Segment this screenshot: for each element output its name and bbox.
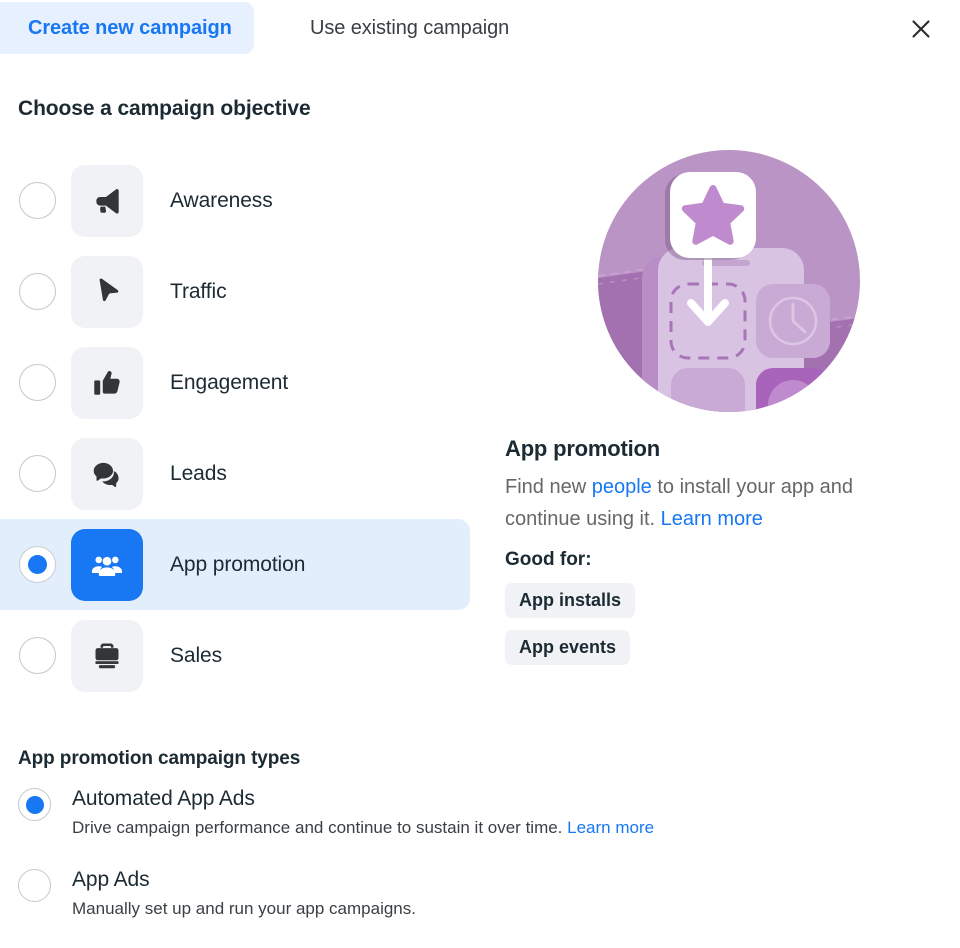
objective-label-leads: Leads [170, 461, 227, 485]
campaign-type-desc-text-automated-app-ads: Drive campaign performance and continue … [72, 818, 568, 837]
objective-label-awareness: Awareness [170, 188, 273, 212]
cursor-arrow-icon [90, 275, 124, 309]
objective-list: Awareness Traffic Engagement Leads App p… [0, 155, 480, 701]
campaign-type-desc-app-ads: Manually set up and run your app campaig… [72, 899, 416, 918]
objective-label-traffic: Traffic [170, 279, 227, 303]
radio-traffic[interactable] [19, 273, 56, 310]
radio-engagement[interactable] [19, 364, 56, 401]
good-for-chips-2: App events [505, 618, 935, 665]
campaign-type-row-automated-app-ads[interactable]: Automated App Ads Drive campaign perform… [18, 786, 898, 839]
objective-label-app-promotion: App promotion [170, 552, 306, 576]
campaign-type-desc-automated-app-ads: Drive campaign performance and continue … [72, 817, 654, 839]
campaign-type-body-app-ads: App Ads Manually set up and run your app… [72, 867, 416, 920]
people-link[interactable]: people [592, 476, 652, 498]
tab-create-new-campaign-label: Create new campaign [28, 16, 232, 39]
campaign-type-body-automated-app-ads: Automated App Ads Drive campaign perform… [72, 786, 654, 839]
detail-heading: App promotion [505, 436, 661, 461]
campaign-types-title: App promotion campaign types [18, 748, 301, 769]
briefcase-icon-tile [71, 619, 143, 692]
campaign-type-row-app-ads[interactable]: App Ads Manually set up and run your app… [18, 867, 898, 920]
objective-label-engagement: Engagement [170, 370, 289, 394]
campaign-type-learn-more-link[interactable]: Learn more [567, 818, 654, 837]
radio-app-ads[interactable] [18, 869, 51, 902]
radio-automated-app-ads[interactable] [18, 788, 51, 821]
objective-detail-panel: App promotion Find new people to install… [505, 150, 935, 665]
people-group-icon [90, 548, 124, 582]
objective-label-sales: Sales [170, 643, 223, 667]
campaign-type-name-app-ads: App Ads [72, 868, 150, 891]
objective-row-awareness[interactable]: Awareness [0, 155, 470, 246]
tab-create-new-campaign[interactable]: Create new campaign [0, 2, 254, 54]
close-button[interactable] [902, 10, 940, 48]
campaign-type-name-automated-app-ads: Automated App Ads [72, 787, 255, 810]
radio-app-promotion[interactable] [19, 546, 56, 583]
megaphone-icon-tile [71, 164, 143, 237]
detail-desc-part1: Find new [505, 476, 592, 498]
thumbs-up-icon [90, 366, 124, 400]
chip-app-events: App events [505, 630, 631, 665]
speech-bubbles-icon [90, 457, 124, 491]
tab-bar: Create new campaign Use existing campaig… [0, 0, 960, 56]
close-icon [909, 17, 933, 41]
campaign-types-list: Automated App Ads Drive campaign perform… [18, 786, 898, 948]
radio-awareness[interactable] [19, 182, 56, 219]
tab-use-existing-campaign[interactable]: Use existing campaign [300, 2, 519, 54]
thumbs-up-icon-tile [71, 346, 143, 419]
objective-row-app-promotion[interactable]: App promotion [0, 519, 470, 610]
speech-bubbles-icon-tile [71, 437, 143, 510]
learn-more-link[interactable]: Learn more [661, 508, 763, 530]
detail-description: Find new people to install your app and … [505, 471, 910, 535]
page-title: Choose a campaign objective [18, 97, 311, 120]
tab-use-existing-campaign-label: Use existing campaign [310, 16, 510, 39]
good-for-chips: App installs [505, 571, 935, 618]
radio-leads[interactable] [19, 455, 56, 492]
app-promotion-illustration [598, 150, 860, 412]
good-for-label: Good for: [505, 549, 592, 570]
megaphone-icon [90, 184, 124, 218]
people-group-icon-tile [71, 528, 143, 601]
objective-row-traffic[interactable]: Traffic [0, 246, 470, 337]
cursor-arrow-icon-tile [71, 255, 143, 328]
chip-app-installs: App installs [505, 583, 636, 618]
objective-row-sales[interactable]: Sales [0, 610, 470, 701]
radio-sales[interactable] [19, 637, 56, 674]
briefcase-icon [90, 639, 124, 673]
objective-row-engagement[interactable]: Engagement [0, 337, 470, 428]
objective-row-leads[interactable]: Leads [0, 428, 470, 519]
